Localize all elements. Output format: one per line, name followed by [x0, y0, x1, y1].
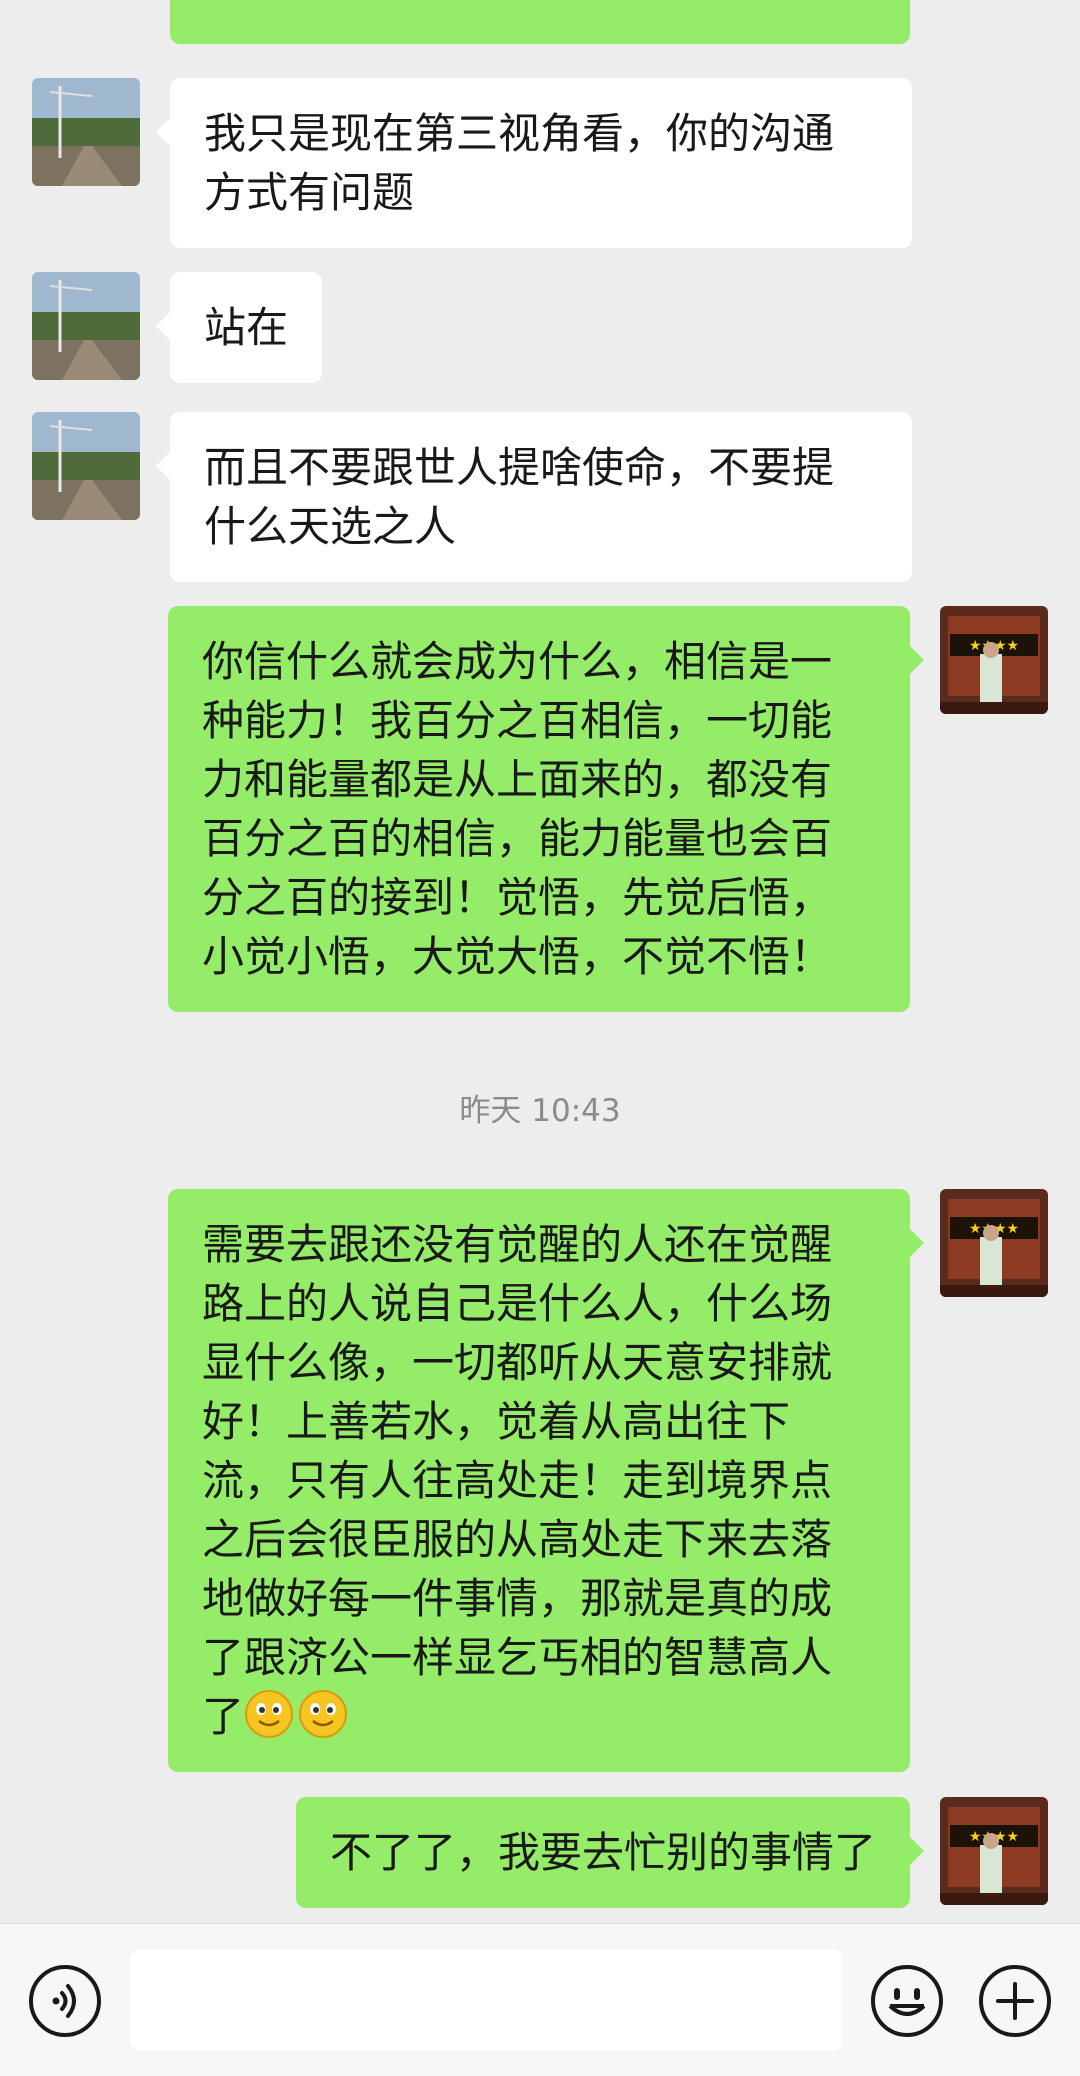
message-line: 你信什么就会成为什么，相信是一 — [202, 637, 833, 686]
message-bubble[interactable]: 站在 — [155, 272, 323, 383]
my-avatar[interactable]: ★★★★ — [940, 606, 1048, 714]
smile-emoji — [298, 1689, 348, 1739]
message-line: 百分之百的相信，能力能量也会百 — [202, 814, 833, 863]
message-line: 不了了，我要去忙别的事情了 — [329, 1828, 876, 1877]
message-input[interactable] — [130, 1949, 842, 2051]
my-avatar[interactable]: ★★★★ — [940, 1797, 1048, 1905]
message-line: 而且不要跟世人提啥使命，不要提 — [204, 443, 835, 492]
contact-avatar[interactable] — [32, 272, 140, 380]
voice-icon[interactable] — [28, 1964, 102, 2042]
partial-message-bubble[interactable] — [170, 0, 910, 44]
message-line: 好！上善若水，觉着从高出往下 — [202, 1397, 791, 1446]
message-line: 我只是现在第三视角看，你的沟通 — [204, 109, 835, 158]
message-line: 流，只有人往高处走！走到境界点 — [202, 1456, 833, 1505]
message-bubble[interactable]: 不了了，我要去忙别的事情了 — [295, 1797, 925, 1908]
emoji-icon[interactable] — [870, 1964, 944, 2042]
message-line: 力和能量都是从上面来的，都没有 — [202, 755, 833, 804]
message-line: 需要去跟还没有觉醒的人还在觉醒 — [202, 1220, 833, 1269]
message-line: 分之百的接到！觉悟，先觉后悟， — [202, 873, 833, 922]
message-line: 站在 — [204, 303, 289, 352]
message-line: 显什么像，一切都听从天意安排就 — [202, 1338, 833, 1387]
plus-icon[interactable] — [978, 1964, 1052, 2042]
message-bubble[interactable]: 而且不要跟世人提啥使命，不要提 什么天选之人 — [156, 412, 912, 582]
message-line-with-emoji: 了 — [202, 1687, 876, 1746]
input-bar — [0, 1923, 1080, 2076]
contact-avatar[interactable] — [32, 78, 140, 186]
message-line: 种能力！我百分之百相信，一切能 — [202, 696, 833, 745]
message-line: 之后会很臣服的从高处走下来去落 — [202, 1515, 833, 1564]
message-line: 什么天选之人 — [204, 502, 457, 551]
message-line: 了跟济公一样显乞丐相的智慧高人 — [202, 1633, 833, 1682]
message-bubble[interactable]: 需要去跟还没有觉醒的人还在觉醒 路上的人说自己是什么人，什么场 显什么像，一切都… — [168, 1189, 924, 1772]
message-bubble[interactable]: 我只是现在第三视角看，你的沟通 方式有问题 — [156, 78, 912, 248]
timestamp: 昨天 10:43 — [459, 1093, 621, 1129]
message-line: 方式有问题 — [204, 168, 415, 217]
message-bubble[interactable]: 你信什么就会成为什么，相信是一 种能力！我百分之百相信，一切能 力和能量都是从上… — [168, 606, 924, 1012]
message-line: 小觉小悟，大觉大悟，不觉不悟！ — [202, 932, 833, 981]
message-line: 地做好每一件事情，那就是真的成 — [202, 1574, 833, 1623]
message-line: 路上的人说自己是什么人，什么场 — [202, 1279, 833, 1328]
contact-avatar[interactable] — [32, 412, 140, 520]
my-avatar[interactable]: ★★★★ — [940, 1189, 1048, 1297]
message-text: 了 — [202, 1692, 245, 1741]
smile-emoji — [244, 1689, 294, 1739]
chat-area[interactable]: 我只是现在第三视角看，你的沟通 方式有问题 站在 而且不要跟世人提啥使命，不要提… — [0, 0, 1080, 1923]
